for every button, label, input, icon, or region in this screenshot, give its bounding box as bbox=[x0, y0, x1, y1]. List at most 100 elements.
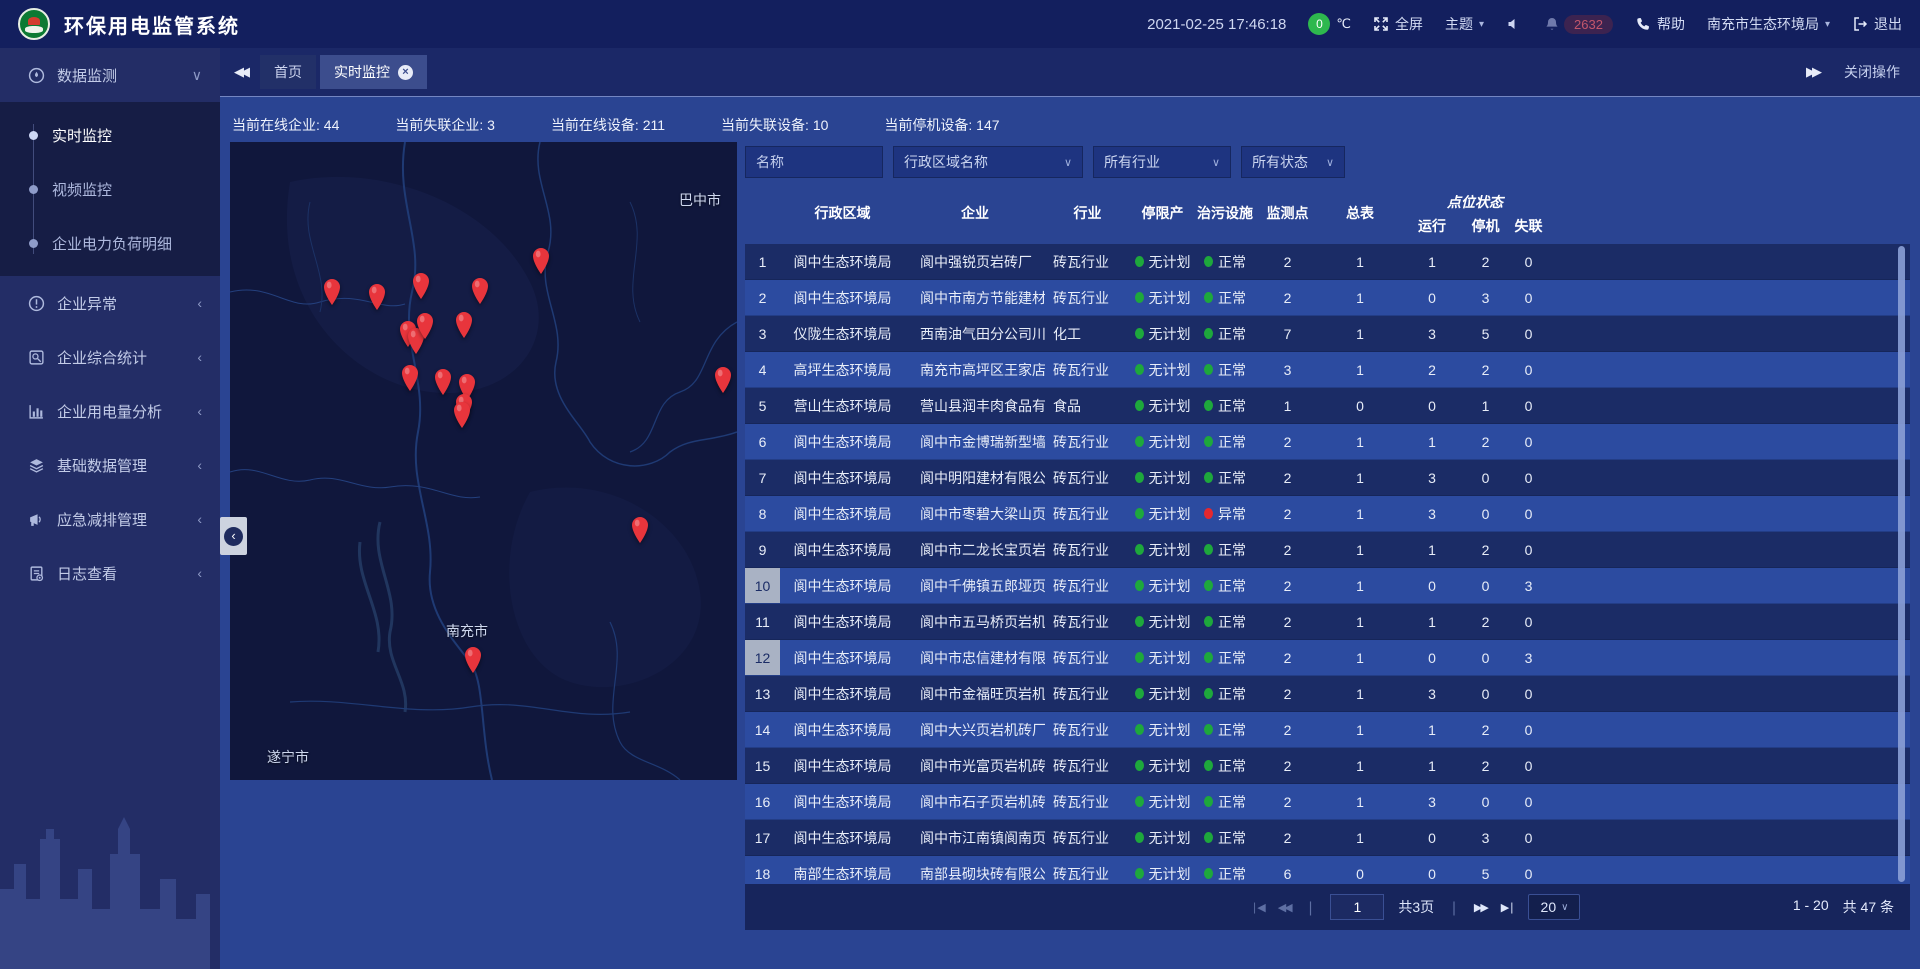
table-cell: 0 bbox=[1400, 640, 1464, 675]
map-marker-pin-icon[interactable] bbox=[367, 282, 387, 310]
map-marker-pin-icon[interactable] bbox=[433, 367, 453, 395]
sidebar-subitem[interactable]: 企业电力负荷明细 bbox=[0, 216, 220, 270]
table-cell: 正常 bbox=[1195, 316, 1255, 351]
table-row[interactable]: 6阆中生态环境局阆中市金博瑞新型墙材砖瓦行业无计划正常21120 bbox=[745, 424, 1910, 460]
map-panel[interactable]: 巴中市南充市遂宁市 bbox=[230, 142, 737, 780]
table-cell: 无计划 bbox=[1130, 280, 1195, 315]
prev-page-button[interactable]: ◀◀ bbox=[1278, 901, 1291, 914]
name-search-input[interactable] bbox=[745, 146, 883, 178]
tabs-scroll-left-icon[interactable]: ◀◀ bbox=[234, 64, 246, 80]
table-cell: 2 bbox=[1255, 640, 1320, 675]
sidebar-item-5[interactable]: 应急减排管理‹ bbox=[0, 492, 220, 546]
table-row[interactable]: 2阆中生态环境局阆中市南方节能建材有砖瓦行业无计划正常21030 bbox=[745, 280, 1910, 316]
table-body: 1阆中生态环境局阆中强锐页岩砖厂砖瓦行业无计划正常211202阆中生态环境局阆中… bbox=[745, 244, 1910, 884]
bullet-dot-icon bbox=[29, 131, 38, 140]
fullscreen-button[interactable]: 全屏 bbox=[1373, 14, 1423, 34]
sidebar-item-4[interactable]: 基础数据管理‹ bbox=[0, 438, 220, 492]
help-button[interactable]: 帮助 bbox=[1635, 14, 1685, 34]
tab-0[interactable]: 首页 bbox=[260, 55, 316, 89]
status-select[interactable]: 所有状态∨ bbox=[1241, 146, 1345, 178]
region-select[interactable]: 行政区域名称∨ bbox=[893, 146, 1083, 178]
table-cell: 砖瓦行业 bbox=[1045, 352, 1130, 387]
map-marker-pin-icon[interactable] bbox=[411, 271, 431, 299]
theme-dropdown[interactable]: 主题▾ bbox=[1445, 14, 1484, 34]
map-marker-pin-icon[interactable] bbox=[452, 400, 472, 428]
table-cell: 正常 bbox=[1195, 712, 1255, 747]
sidebar-item-6[interactable]: 日志查看‹ bbox=[0, 546, 220, 600]
mute-button[interactable] bbox=[1506, 16, 1522, 32]
map-marker-pin-icon[interactable] bbox=[454, 310, 474, 338]
map-marker-pin-icon[interactable] bbox=[713, 365, 733, 393]
notifications-button[interactable]: 2632 bbox=[1544, 15, 1613, 34]
table-cell: 1 bbox=[1320, 820, 1400, 855]
table-cell: 营山生态环境局 bbox=[780, 388, 905, 423]
table-cell: 阆中市枣碧大梁山页岩 bbox=[905, 496, 1045, 531]
page-number-input[interactable] bbox=[1330, 894, 1384, 920]
next-page-button[interactable]: ▶▶ bbox=[1474, 901, 1487, 914]
sidebar-subitem[interactable]: 视频监控 bbox=[0, 162, 220, 216]
map-marker-pin-icon[interactable] bbox=[470, 276, 490, 304]
table-scrollbar-thumb[interactable] bbox=[1898, 246, 1905, 882]
table-cell: 0 bbox=[1507, 424, 1550, 459]
table-row[interactable]: 10阆中生态环境局阆中千佛镇五郎垭页岩砖瓦行业无计划正常21003 bbox=[745, 568, 1910, 604]
table-cell: 8 bbox=[745, 496, 780, 531]
status-dot-icon bbox=[1135, 364, 1144, 375]
table-cell: 1 bbox=[1320, 640, 1400, 675]
sidebar-item-2[interactable]: 企业综合统计‹ bbox=[0, 330, 220, 384]
table-cell: 阆中生态环境局 bbox=[780, 712, 905, 747]
table-cell: 1 bbox=[1320, 280, 1400, 315]
table-cell: 7 bbox=[1255, 316, 1320, 351]
table-row[interactable]: 9阆中生态环境局阆中市二龙长宝页岩砖砖瓦行业无计划正常21120 bbox=[745, 532, 1910, 568]
page-size-select[interactable]: 20∨ bbox=[1528, 894, 1580, 920]
table-row[interactable]: 15阆中生态环境局阆中市光富页岩机砖厂砖瓦行业无计划正常21120 bbox=[745, 748, 1910, 784]
table-cell: 1 bbox=[1320, 568, 1400, 603]
map-marker-pin-icon[interactable] bbox=[322, 277, 342, 305]
sidebar-collapse-handle[interactable]: ‹ bbox=[220, 517, 247, 555]
first-page-button[interactable]: ❘◀ bbox=[1250, 901, 1264, 914]
table-cell: 无计划 bbox=[1130, 244, 1195, 279]
column-header: 总表 bbox=[1320, 182, 1400, 244]
table-row[interactable]: 8阆中生态环境局阆中市枣碧大梁山页岩砖瓦行业无计划异常21300 bbox=[745, 496, 1910, 532]
table-row[interactable]: 11阆中生态环境局阆中市五马桥页岩机砖砖瓦行业无计划正常21120 bbox=[745, 604, 1910, 640]
sidebar-item-0[interactable]: 数据监测∨ bbox=[0, 48, 220, 102]
table-cell: 砖瓦行业 bbox=[1045, 712, 1130, 747]
table-cell: 1 bbox=[1320, 784, 1400, 819]
close-operations-button[interactable]: 关闭操作 bbox=[1844, 62, 1900, 82]
sidebar-item-3[interactable]: 企业用电量分析‹ bbox=[0, 384, 220, 438]
map-marker-pin-icon[interactable] bbox=[630, 515, 650, 543]
sidebar-subitem[interactable]: 实时监控 bbox=[0, 108, 220, 162]
table-row[interactable]: 12阆中生态环境局阆中市忠信建材有限公砖瓦行业无计划正常21003 bbox=[745, 640, 1910, 676]
table-row[interactable]: 18南部生态环境局南部县砌块砖有限公砖瓦行业无计划正常60050 bbox=[745, 856, 1910, 884]
table-row[interactable]: 17阆中生态环境局阆中市江南镇阆南页岩砖瓦行业无计划正常21030 bbox=[745, 820, 1910, 856]
table-row[interactable]: 14阆中生态环境局阆中大兴页岩机砖厂砖瓦行业无计划正常21120 bbox=[745, 712, 1910, 748]
table-cell: 正常 bbox=[1195, 604, 1255, 639]
table-row[interactable]: 1阆中生态环境局阆中强锐页岩砖厂砖瓦行业无计划正常21120 bbox=[745, 244, 1910, 280]
sidebar-item-1[interactable]: 企业异常‹ bbox=[0, 276, 220, 330]
table-cell: 0 bbox=[1507, 244, 1550, 279]
table-cell: 7 bbox=[745, 460, 780, 495]
org-dropdown[interactable]: 南充市生态环境局▾ bbox=[1707, 14, 1830, 34]
map-marker-pin-icon[interactable] bbox=[400, 363, 420, 391]
tab-1[interactable]: 实时监控× bbox=[320, 55, 427, 89]
industry-select[interactable]: 所有行业∨ bbox=[1093, 146, 1231, 178]
table-cell: 14 bbox=[745, 712, 780, 747]
table-cell: 阆中大兴页岩机砖厂 bbox=[905, 712, 1045, 747]
table-row[interactable]: 3仪陇生态环境局西南油气田分公司川中化工无计划正常71350 bbox=[745, 316, 1910, 352]
table-row[interactable]: 13阆中生态环境局阆中市金福旺页岩机砖砖瓦行业无计划正常21300 bbox=[745, 676, 1910, 712]
logout-button[interactable]: 退出 bbox=[1852, 14, 1902, 34]
sidebar-item-label: 企业用电量分析 bbox=[57, 401, 162, 422]
tabs-scroll-right-icon[interactable]: ▶▶ bbox=[1806, 64, 1818, 80]
table-cell: 2 bbox=[1464, 244, 1507, 279]
last-page-button[interactable]: ▶❘ bbox=[1501, 901, 1515, 914]
table-row[interactable]: 16阆中生态环境局阆中市石子页岩机砖厂砖瓦行业无计划正常21300 bbox=[745, 784, 1910, 820]
table-row[interactable]: 7阆中生态环境局阆中明阳建材有限公司砖瓦行业无计划正常21300 bbox=[745, 460, 1910, 496]
map-marker-pin-icon[interactable] bbox=[463, 645, 483, 673]
total-count-label: 共 47 条 bbox=[1843, 897, 1894, 917]
table-row[interactable]: 4高坪生态环境局南充市高坪区王家店建砖瓦行业无计划正常31220 bbox=[745, 352, 1910, 388]
tab-close-icon[interactable]: × bbox=[398, 65, 413, 80]
table-cell: 砖瓦行业 bbox=[1045, 532, 1130, 567]
map-marker-pin-icon[interactable] bbox=[531, 246, 551, 274]
table-cell: 9 bbox=[745, 532, 780, 567]
map-marker-pin-icon[interactable] bbox=[415, 311, 435, 339]
table-row[interactable]: 5营山生态环境局营山县润丰肉食品有限食品无计划正常10010 bbox=[745, 388, 1910, 424]
